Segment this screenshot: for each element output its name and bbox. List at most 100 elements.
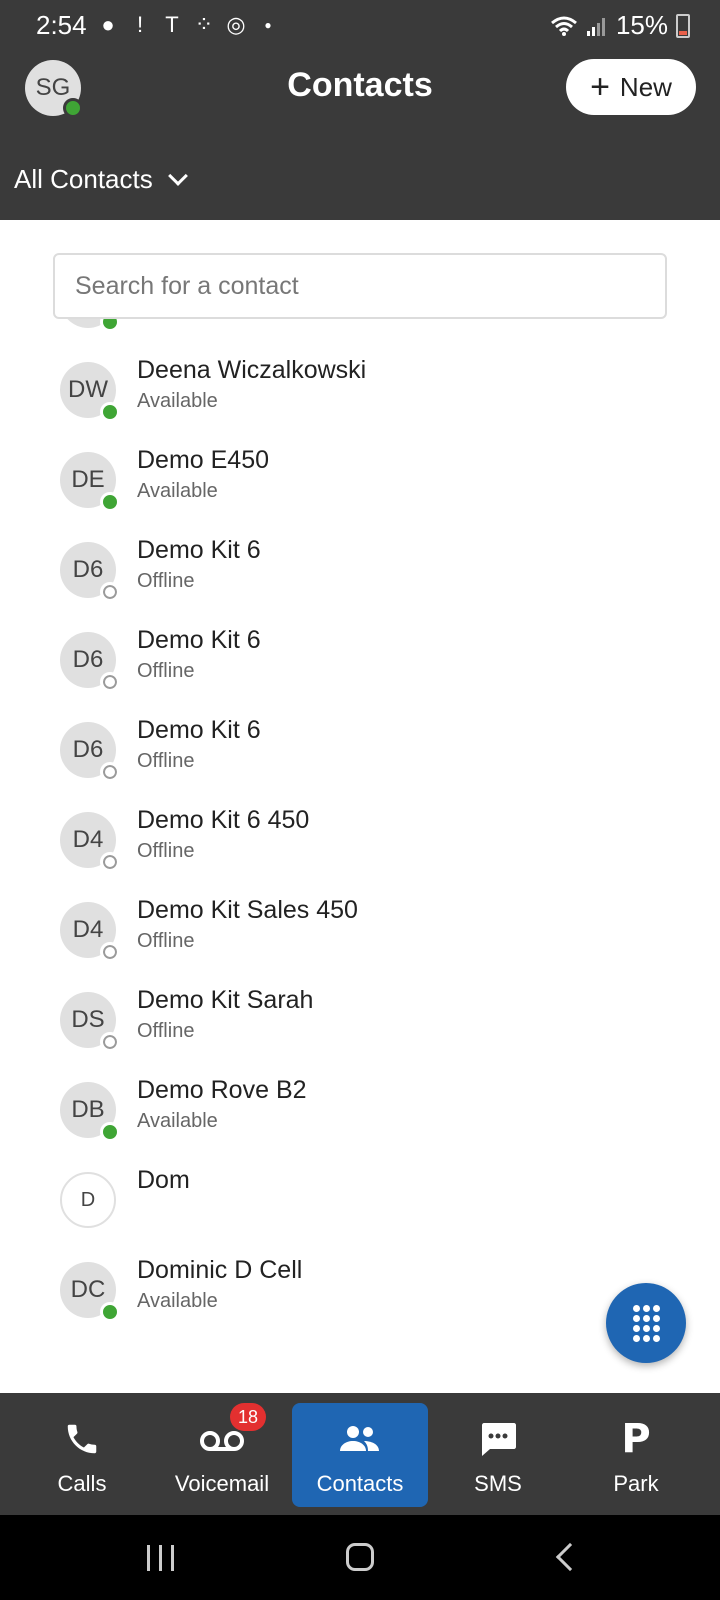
contact-initials: D4 bbox=[72, 916, 104, 943]
contacts-list-area[interactable]: DCDeena W CellAvailableDWDeena Wiczalkow… bbox=[0, 220, 720, 1393]
contact-avatar: D4 bbox=[60, 812, 120, 872]
contact-status: Offline bbox=[137, 840, 195, 862]
contact-name: Demo Kit 6 bbox=[137, 536, 261, 564]
contact-name: Demo Kit 6 bbox=[137, 626, 261, 654]
contact-status: Offline bbox=[137, 750, 195, 772]
contact-name: Demo Kit Sarah bbox=[137, 986, 314, 1014]
contact-row[interactable]: DB Demo Rove B2 Available bbox=[0, 1076, 720, 1166]
nav-sms[interactable]: SMS bbox=[430, 1403, 566, 1507]
status-right: 15% bbox=[550, 10, 690, 41]
dialpad-button[interactable] bbox=[606, 1283, 686, 1363]
user-initials: SG bbox=[35, 74, 71, 101]
wifi-icon bbox=[550, 16, 577, 36]
signal-icon bbox=[586, 17, 605, 36]
contact-initials: DW bbox=[68, 376, 108, 403]
user-presence-indicator bbox=[63, 98, 83, 118]
dialpad-dot bbox=[653, 1305, 660, 1312]
contact-status: Available bbox=[137, 390, 218, 412]
contact-row[interactable]: D4 Demo Kit 6 450 Offline bbox=[0, 806, 720, 896]
nav-voicemail-label: Voicemail bbox=[174, 1471, 270, 1496]
status-time: 2:54 bbox=[36, 10, 87, 40]
contact-name: Deena Wiczalkowski bbox=[137, 356, 367, 384]
presence-indicator bbox=[100, 852, 120, 872]
dialpad-dot bbox=[633, 1305, 640, 1312]
home-icon[interactable] bbox=[346, 1543, 374, 1571]
contact-initials: D6 bbox=[72, 646, 104, 673]
presence-indicator bbox=[100, 1122, 120, 1142]
nav-park-label: Park bbox=[613, 1471, 659, 1496]
contact-status: Available bbox=[137, 1110, 218, 1132]
contact-avatar: DW bbox=[60, 362, 120, 422]
system-nav-bar bbox=[0, 1515, 720, 1600]
user-avatar[interactable]: SG bbox=[25, 60, 83, 118]
contact-row[interactable]: D6 Demo Kit 6 Offline bbox=[0, 536, 720, 626]
dialpad-dot bbox=[633, 1315, 640, 1322]
contact-row[interactable]: D Dom bbox=[0, 1166, 720, 1256]
back-icon[interactable] bbox=[555, 1542, 585, 1572]
contact-status: Offline bbox=[137, 570, 195, 592]
contact-filter-dropdown[interactable]: All Contacts bbox=[14, 164, 188, 195]
contact-name: Demo Rove B2 bbox=[137, 1076, 307, 1104]
contact-row[interactable]: D6 Demo Kit 6 Offline bbox=[0, 716, 720, 806]
dialpad-dot bbox=[653, 1315, 660, 1322]
contact-status: Available bbox=[137, 1290, 218, 1312]
status-bar: 2:54 ● ! T ⁘ ◎ ● 15% bbox=[0, 0, 720, 52]
park-icon: P bbox=[621, 1416, 651, 1462]
contact-initials: DC bbox=[70, 1276, 106, 1303]
dialpad-dot bbox=[653, 1335, 660, 1342]
bottom-nav: Calls 18 Voicemail Contacts SMS P Park bbox=[0, 1393, 720, 1515]
contact-initials: DS bbox=[71, 1006, 105, 1033]
contact-row[interactable]: D6 Demo Kit 6 Offline bbox=[0, 626, 720, 716]
contact-name: Dominic D Cell bbox=[137, 1256, 303, 1284]
contact-status: Available bbox=[137, 480, 218, 502]
search-input[interactable] bbox=[53, 253, 667, 319]
contact-avatar: DB bbox=[60, 1082, 120, 1142]
nav-calls-label: Calls bbox=[57, 1471, 107, 1496]
battery-icon bbox=[676, 13, 690, 38]
chat-icon: ● bbox=[101, 12, 115, 37]
presence-indicator bbox=[100, 1032, 120, 1052]
contact-row[interactable]: D4 Demo Kit Sales 450 Offline bbox=[0, 896, 720, 986]
plus-icon: + bbox=[590, 68, 610, 106]
nav-park[interactable]: P Park bbox=[568, 1403, 704, 1507]
contact-row[interactable]: DS Demo Kit Sarah Offline bbox=[0, 986, 720, 1076]
contact-avatar: D bbox=[60, 1172, 116, 1228]
dialpad-dot bbox=[643, 1315, 650, 1322]
voicemail-badge: 18 bbox=[230, 1403, 266, 1431]
presence-indicator bbox=[100, 492, 120, 512]
contact-initials: D6 bbox=[72, 556, 104, 583]
nav-calls[interactable]: Calls bbox=[14, 1403, 150, 1507]
presence-indicator bbox=[100, 762, 120, 782]
contact-avatar: DE bbox=[60, 452, 120, 512]
notification-icons: ● ! T ⁘ ◎ ● bbox=[96, 12, 280, 38]
contact-avatar: D6 bbox=[60, 632, 120, 692]
presence-indicator bbox=[100, 672, 120, 692]
contact-avatar: D4 bbox=[60, 902, 120, 962]
contact-initials: DE bbox=[71, 466, 105, 493]
contact-status: Offline bbox=[137, 1020, 195, 1042]
contact-name: Demo Kit Sales 450 bbox=[137, 896, 358, 924]
new-contact-button[interactable]: + New bbox=[566, 59, 696, 115]
contact-row[interactable]: DW Deena Wiczalkowski Available bbox=[0, 356, 720, 446]
dialpad-dot bbox=[633, 1335, 640, 1342]
chevron-down-icon bbox=[167, 165, 188, 186]
nav-voicemail[interactable]: 18 Voicemail bbox=[154, 1403, 290, 1507]
contact-status: Offline bbox=[137, 930, 195, 952]
dialpad-dot bbox=[643, 1325, 650, 1332]
recents-icon[interactable] bbox=[147, 1545, 174, 1571]
contact-avatar: D6 bbox=[60, 542, 120, 602]
nav-sms-label: SMS bbox=[474, 1471, 522, 1496]
contact-initials: D bbox=[80, 1188, 96, 1211]
teams-icon: T bbox=[165, 12, 179, 37]
nav-contacts-label: Contacts bbox=[316, 1471, 404, 1496]
contact-row[interactable]: DE Demo E450 Available bbox=[0, 446, 720, 536]
nav-contacts[interactable]: Contacts bbox=[292, 1403, 428, 1507]
contact-list: DCDeena W CellAvailableDWDeena Wiczalkow… bbox=[0, 266, 720, 1346]
dialpad-dot bbox=[643, 1305, 650, 1312]
contact-avatar: D6 bbox=[60, 722, 120, 782]
app-header: SG Contacts + New All Contacts bbox=[0, 52, 720, 220]
dialpad-dot bbox=[633, 1325, 640, 1332]
contact-avatar: DS bbox=[60, 992, 120, 1052]
contact-name: Dom bbox=[137, 1166, 190, 1194]
presence-indicator bbox=[100, 942, 120, 962]
